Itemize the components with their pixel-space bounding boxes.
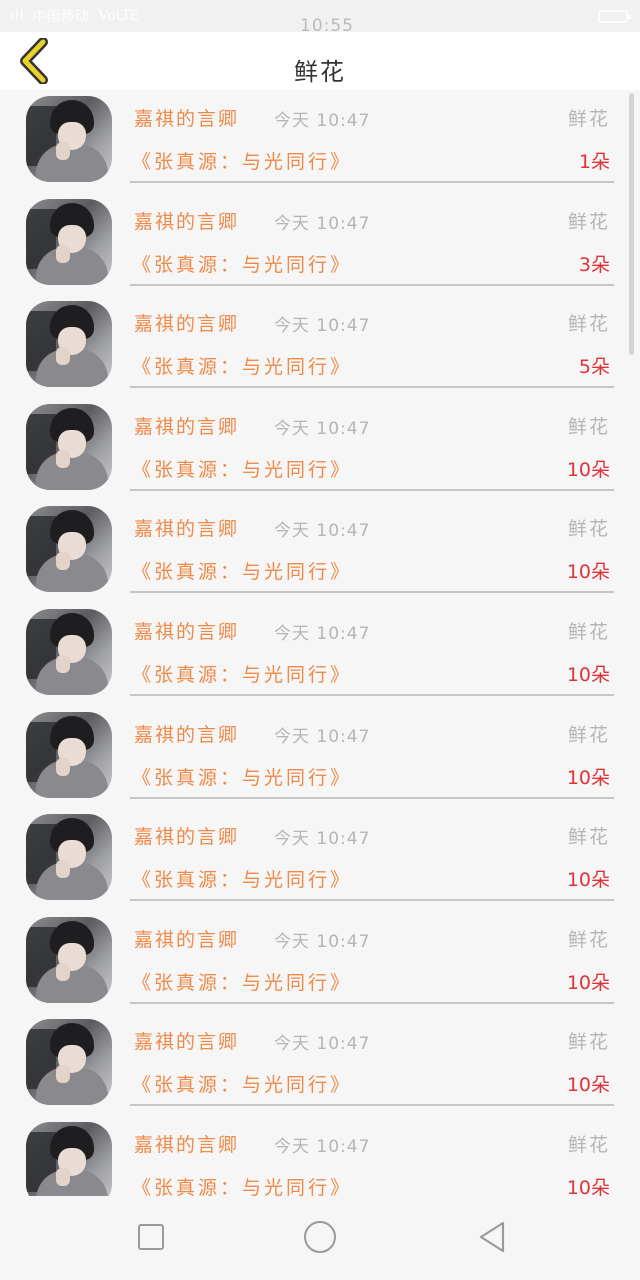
divider bbox=[130, 181, 614, 183]
scrollbar[interactable] bbox=[629, 93, 634, 355]
flower-count: 3朵 bbox=[578, 253, 610, 276]
work-title-link[interactable]: 《张真源：与光同行》 bbox=[132, 147, 352, 174]
work-title-link[interactable]: 《张真源：与光同行》 bbox=[132, 250, 352, 277]
flower-count: 10朵 bbox=[566, 458, 610, 481]
work-title-link[interactable]: 《张真源：与光同行》 bbox=[132, 1173, 352, 1196]
header: 鲜花 bbox=[0, 32, 640, 90]
gift-type-label: 鲜花 bbox=[567, 415, 610, 438]
timestamp: 今天 10:47 bbox=[274, 1136, 371, 1157]
signal-icon: ıll bbox=[10, 8, 25, 24]
flower-count: 10朵 bbox=[566, 971, 610, 994]
timestamp: 今天 10:47 bbox=[274, 418, 371, 439]
avatar[interactable] bbox=[26, 403, 112, 490]
list-item[interactable]: 嘉祺的言卿 今天 10:47 鲜花 《张真源：与光同行》 5朵 bbox=[0, 295, 640, 398]
recent-apps-button[interactable] bbox=[138, 1224, 164, 1250]
gift-type-label: 鲜花 bbox=[567, 620, 610, 643]
list-item[interactable]: 嘉祺的言卿 今天 10:47 鲜花 《张真源：与光同行》 1朵 bbox=[0, 90, 640, 193]
network-label: VoLTE bbox=[98, 8, 139, 24]
flower-count: 10朵 bbox=[566, 869, 610, 892]
gift-type-label: 鲜花 bbox=[567, 518, 610, 541]
sender-name[interactable]: 嘉祺的言卿 bbox=[134, 1130, 239, 1157]
flower-count: 10朵 bbox=[566, 1074, 610, 1097]
list-item[interactable]: 嘉祺的言卿 今天 10:47 鲜花 《张真源：与光同行》 10朵 bbox=[0, 603, 640, 706]
timestamp: 今天 10:47 bbox=[274, 1034, 371, 1055]
flower-count: 5朵 bbox=[578, 356, 610, 379]
page-title: 鲜花 bbox=[294, 58, 346, 86]
avatar[interactable] bbox=[26, 916, 112, 1003]
divider bbox=[130, 283, 614, 286]
work-title-link[interactable]: 《张真源：与光同行》 bbox=[132, 352, 352, 379]
avatar[interactable] bbox=[26, 1121, 112, 1196]
sender-name[interactable]: 嘉祺的言卿 bbox=[134, 617, 239, 644]
work-title-link[interactable]: 《张真源：与光同行》 bbox=[132, 763, 352, 790]
list-item[interactable]: 嘉祺的言卿 今天 10:47 鲜花 《张真源：与光同行》 10朵 bbox=[0, 1013, 640, 1116]
home-button[interactable] bbox=[304, 1221, 336, 1253]
list-item[interactable]: 嘉祺的言卿 今天 10:47 鲜花 《张真源：与光同行》 10朵 bbox=[0, 500, 640, 603]
timestamp: 今天 10:47 bbox=[274, 623, 371, 644]
avatar[interactable] bbox=[26, 1019, 112, 1106]
list-item[interactable]: 嘉祺的言卿 今天 10:47 鲜花 《张真源：与光同行》 3朵 bbox=[0, 193, 640, 296]
gift-type-label: 鲜花 bbox=[567, 210, 610, 233]
timestamp: 今天 10:47 bbox=[274, 726, 371, 747]
avatar[interactable] bbox=[26, 608, 112, 695]
timestamp: 今天 10:47 bbox=[274, 111, 371, 131]
sender-name[interactable]: 嘉祺的言卿 bbox=[134, 514, 239, 541]
gift-type-label: 鲜花 bbox=[567, 313, 610, 336]
gift-type-label: 鲜花 bbox=[567, 108, 610, 130]
sender-name[interactable]: 嘉祺的言卿 bbox=[134, 822, 239, 849]
carrier-label: 中国移动 bbox=[32, 9, 89, 25]
avatar[interactable] bbox=[26, 301, 112, 388]
avatar[interactable] bbox=[26, 96, 112, 182]
gift-record-list[interactable]: 嘉祺的言卿 今天 10:47 鲜花 《张真源：与光同行》 1朵 嘉祺的言卿 今天… bbox=[0, 90, 640, 1196]
work-title-link[interactable]: 《张真源：与光同行》 bbox=[132, 1070, 352, 1097]
timestamp: 今天 10:47 bbox=[274, 931, 371, 952]
sender-name[interactable]: 嘉祺的言卿 bbox=[134, 309, 239, 336]
avatar[interactable] bbox=[26, 814, 112, 901]
timestamp: 今天 10:47 bbox=[274, 829, 371, 850]
gift-type-label: 鲜花 bbox=[567, 723, 610, 746]
list-item[interactable]: 嘉祺的言卿 今天 10:47 鲜花 《张真源：与光同行》 10朵 bbox=[0, 706, 640, 809]
timestamp: 今天 10:47 bbox=[274, 521, 371, 542]
sender-name[interactable]: 嘉祺的言卿 bbox=[134, 104, 239, 131]
timestamp: 今天 10:47 bbox=[274, 213, 371, 234]
gift-type-label: 鲜花 bbox=[567, 826, 610, 849]
work-title-link[interactable]: 《张真源：与光同行》 bbox=[132, 455, 352, 482]
flower-count: 10朵 bbox=[566, 1176, 610, 1196]
work-title-link[interactable]: 《张真源：与光同行》 bbox=[132, 557, 352, 584]
list-item[interactable]: 嘉祺的言卿 今天 10:47 鲜花 《张真源：与光同行》 10朵 bbox=[0, 911, 640, 1014]
divider bbox=[130, 796, 614, 799]
flower-count: 10朵 bbox=[566, 663, 610, 686]
divider bbox=[130, 1104, 614, 1107]
divider bbox=[130, 591, 614, 594]
avatar[interactable] bbox=[26, 506, 112, 593]
battery-icon bbox=[598, 10, 631, 23]
list-item[interactable]: 嘉祺的言卿 今天 10:47 鲜花 《张真源：与光同行》 10朵 bbox=[0, 1116, 640, 1196]
timestamp: 今天 10:47 bbox=[274, 316, 371, 337]
work-title-link[interactable]: 《张真源：与光同行》 bbox=[132, 865, 352, 892]
list-item[interactable]: 嘉祺的言卿 今天 10:47 鲜花 《张真源：与光同行》 10朵 bbox=[0, 398, 640, 501]
gift-type-label: 鲜花 bbox=[567, 1133, 610, 1156]
flower-count: 10朵 bbox=[566, 561, 610, 584]
avatar[interactable] bbox=[26, 711, 112, 798]
gift-type-label: 鲜花 bbox=[567, 928, 610, 951]
flower-count: 10朵 bbox=[566, 766, 610, 789]
status-bar: ıll 中国移动 VoLTE 10:55 bbox=[0, 0, 640, 36]
sender-name[interactable]: 嘉祺的言卿 bbox=[134, 412, 239, 439]
divider bbox=[130, 386, 614, 389]
divider bbox=[130, 488, 614, 491]
gift-type-label: 鲜花 bbox=[567, 1031, 610, 1054]
sender-name[interactable]: 嘉祺的言卿 bbox=[134, 720, 239, 747]
sender-name[interactable]: 嘉祺的言卿 bbox=[134, 925, 239, 952]
flower-count: 1朵 bbox=[578, 151, 610, 173]
divider bbox=[130, 899, 614, 902]
divider bbox=[130, 1001, 614, 1004]
work-title-link[interactable]: 《张真源：与光同行》 bbox=[132, 660, 352, 687]
work-title-link[interactable]: 《张真源：与光同行》 bbox=[132, 968, 352, 995]
avatar[interactable] bbox=[26, 198, 112, 285]
list-item[interactable]: 嘉祺的言卿 今天 10:47 鲜花 《张真源：与光同行》 10朵 bbox=[0, 808, 640, 911]
divider bbox=[130, 693, 614, 696]
sender-name[interactable]: 嘉祺的言卿 bbox=[134, 1027, 239, 1054]
back-triangle-icon[interactable] bbox=[476, 1220, 508, 1254]
sender-name[interactable]: 嘉祺的言卿 bbox=[134, 207, 239, 234]
